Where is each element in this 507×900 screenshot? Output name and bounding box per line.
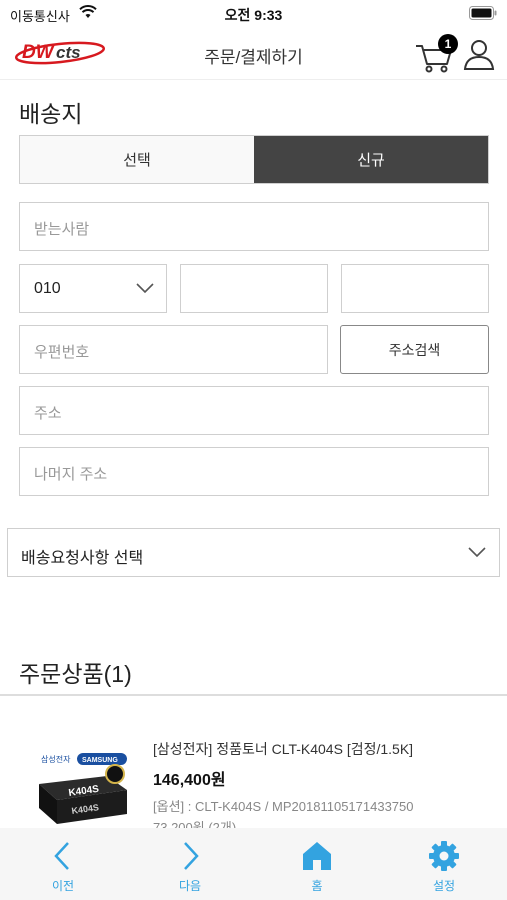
tab-home[interactable]: 홈 — [254, 828, 380, 900]
tab-settings[interactable]: 설정 — [381, 828, 507, 900]
tab-next-label: 다음 — [178, 879, 202, 893]
clock: 오전 9:33 — [224, 7, 283, 23]
chevron-right-icon — [174, 840, 206, 872]
address-detail-placeholder: 나머지 주소 — [34, 466, 108, 483]
bottom-tab-bar: 이전 다음 홈 설정 — [0, 828, 507, 900]
tab-home-label: 홈 — [311, 879, 323, 893]
tab-select-address[interactable]: 선택 — [20, 136, 254, 183]
box-logo-text: SAMSUNG — [82, 757, 118, 764]
user-icon[interactable] — [463, 38, 495, 75]
product-name: [삼성전자] 정품토너 CLT-K404S [검정/1.5K] — [153, 741, 414, 757]
delivery-request-value: 배송요청사항 선택 — [21, 550, 144, 567]
tab-next[interactable]: 다음 — [127, 828, 253, 900]
recipient-placeholder: 받는사람 — [34, 221, 90, 238]
tab-prev[interactable]: 이전 — [0, 828, 126, 900]
product-option: [옵션] : CLT-K404S / MP20181105171433750 — [153, 799, 414, 814]
chevron-down-icon — [136, 281, 154, 300]
address-placeholder: 주소 — [34, 405, 62, 422]
recipient-field[interactable]: 받는사람 — [19, 202, 489, 251]
cart-count-badge: 1 — [438, 34, 458, 54]
gear-icon — [428, 840, 460, 872]
product-item[interactable]: 삼성전자 SAMSUNG K404S K404S [삼성전자] 정품토너 CLT… — [0, 720, 507, 840]
tab-settings-label: 설정 — [432, 879, 456, 893]
battery-icon — [469, 6, 497, 25]
phone-prefix-select[interactable]: 010 — [19, 264, 167, 313]
address-detail-field[interactable]: 나머지 주소 — [19, 447, 489, 496]
product-image: 삼성전자 SAMSUNG K404S K404S — [27, 734, 137, 839]
delivery-request-select[interactable]: 배송요청사항 선택 — [7, 528, 500, 577]
phone-last-field[interactable] — [341, 264, 489, 313]
zipcode-field[interactable]: 우편번호 — [19, 325, 328, 374]
tab-prev-label: 이전 — [51, 879, 75, 893]
phone-prefix-value: 010 — [34, 280, 61, 297]
chevron-down-icon — [468, 545, 486, 564]
divider — [0, 694, 507, 696]
chevron-left-icon — [47, 840, 79, 872]
zipcode-placeholder: 우편번호 — [34, 344, 90, 361]
box-brand-text: 삼성전자 — [41, 754, 71, 764]
shipping-title: 배송지 — [19, 101, 83, 127]
nav-bar: DW cts 주문/결제하기 1 — [0, 28, 507, 80]
address-search-button[interactable]: 주소검색 — [340, 325, 489, 374]
status-bar: 이동통신사 오전 9:33 — [0, 0, 507, 28]
phone-middle-field[interactable] — [180, 264, 328, 313]
product-price: 146,400원 — [153, 772, 226, 789]
address-mode-toggle: 선택 신규 — [19, 135, 489, 184]
tab-new-address[interactable]: 신규 — [254, 136, 488, 183]
address-field[interactable]: 주소 — [19, 386, 489, 435]
home-icon — [301, 840, 333, 872]
order-items-title: 주문상품(1) — [19, 661, 132, 687]
